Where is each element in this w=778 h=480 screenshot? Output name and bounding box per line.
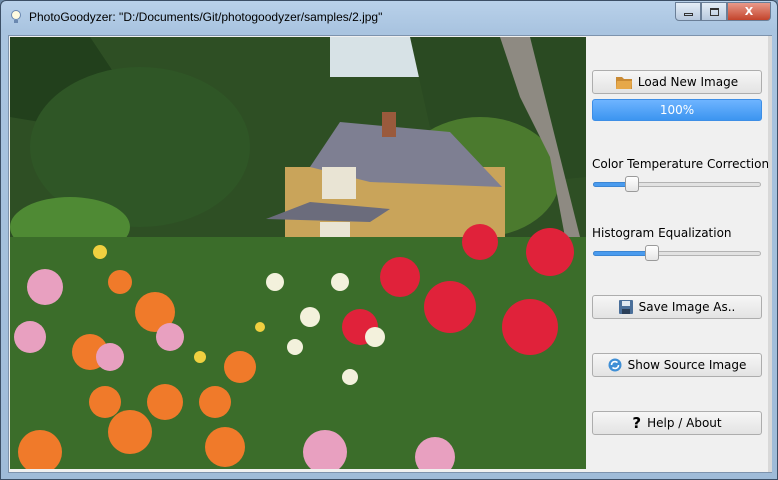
- save-image-as-button[interactable]: Save Image As..: [592, 295, 762, 319]
- progress-text: 100%: [659, 103, 695, 117]
- load-new-image-label: Load New Image: [637, 75, 739, 89]
- control-panel: Load New Image 100% Color Temperature Co…: [591, 36, 771, 472]
- maximize-button[interactable]: [701, 2, 727, 21]
- minimize-icon: [683, 12, 693, 16]
- progress-bar: 100%: [592, 99, 762, 121]
- main-client-area: Load New Image 100% Color Temperature Co…: [8, 35, 772, 473]
- histogram-equalization-label: Histogram Equalization: [592, 226, 732, 240]
- image-display: [10, 37, 586, 469]
- load-new-image-button[interactable]: Load New Image: [592, 70, 762, 94]
- show-source-image-button[interactable]: Show Source Image: [592, 353, 762, 377]
- histogram-equalization-slider[interactable]: [593, 245, 761, 261]
- app-window: PhotoGoodyzer: "D:/Documents/Git/photogo…: [0, 0, 778, 480]
- refresh-icon: [608, 358, 622, 372]
- folder-icon: [615, 77, 632, 89]
- question-mark-icon: ?: [632, 414, 642, 432]
- panel-border: [768, 36, 772, 472]
- save-image-as-label: Save Image As..: [638, 300, 736, 314]
- close-button[interactable]: X: [727, 2, 771, 21]
- maximize-icon: [709, 7, 719, 16]
- garden-photo: [10, 37, 586, 469]
- show-source-image-label: Show Source Image: [627, 358, 747, 372]
- lightbulb-icon: [11, 10, 21, 23]
- help-about-button[interactable]: ? Help / About: [592, 411, 762, 435]
- minimize-button[interactable]: [675, 2, 701, 21]
- help-about-label: Help / About: [647, 416, 722, 430]
- slider-handle[interactable]: [644, 245, 659, 261]
- color-temperature-slider[interactable]: [593, 176, 761, 192]
- close-icon: X: [744, 5, 754, 18]
- slider-handle[interactable]: [624, 176, 639, 192]
- color-temperature-label: Color Temperature Correction: [592, 157, 770, 171]
- window-title: PhotoGoodyzer: "D:/Documents/Git/photogo…: [29, 10, 383, 24]
- floppy-disk-icon: [618, 300, 633, 314]
